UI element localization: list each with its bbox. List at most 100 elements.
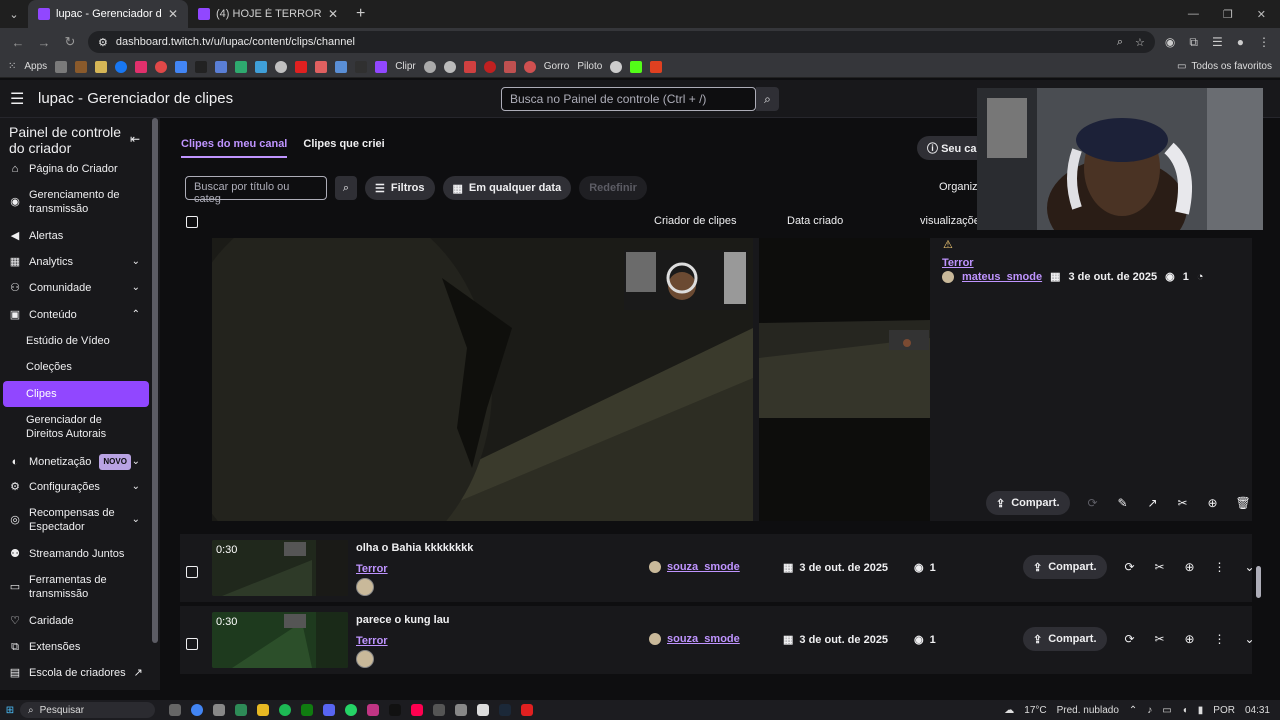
search-icon[interactable]: ⌕ bbox=[335, 176, 357, 200]
category-link[interactable]: Terror bbox=[356, 563, 388, 575]
sidebar-subitem-collections[interactable]: Coleções bbox=[26, 360, 72, 374]
extension-icon[interactable]: ◉ bbox=[1165, 35, 1175, 50]
creator-link[interactable]: souza_smode bbox=[667, 633, 740, 645]
sidebar-subitem-copyright[interactable]: Gerenciador de Direitos Autorais bbox=[26, 413, 136, 441]
zoom-icon[interactable]: ⌕ bbox=[1117, 36, 1123, 49]
bookmark-star-icon[interactable]: ☆ bbox=[1135, 36, 1145, 49]
bookmark-gorro[interactable]: Gorro bbox=[544, 61, 570, 72]
clipr-icon[interactable] bbox=[375, 60, 388, 73]
bookmark-icon[interactable] bbox=[255, 60, 268, 73]
bookmark-icon[interactable] bbox=[650, 60, 663, 73]
battery-icon[interactable]: ▮ bbox=[1198, 705, 1204, 716]
sidebar-item-settings[interactable]: ⚙ Configurações ⌄ bbox=[0, 480, 150, 494]
sidebar-item-creator-page[interactable]: ⌂ Página do Criador bbox=[0, 162, 150, 176]
tiktok-icon[interactable] bbox=[389, 704, 401, 716]
site-info-icon[interactable]: ⚙ bbox=[98, 36, 108, 49]
bookmark-icon[interactable] bbox=[355, 60, 368, 73]
chevron-down-icon[interactable]: ⌄ bbox=[1243, 560, 1257, 574]
category-link[interactable]: Terror bbox=[942, 257, 974, 269]
weather-desc[interactable]: Pred. nublado bbox=[1057, 705, 1119, 716]
main-scrollbar[interactable] bbox=[1256, 566, 1261, 598]
kick-icon[interactable] bbox=[630, 60, 643, 73]
spotify-icon[interactable] bbox=[279, 704, 291, 716]
bookmark-icon[interactable] bbox=[463, 60, 476, 73]
row-checkbox[interactable] bbox=[186, 638, 198, 650]
table-row[interactable]: 0:30 parece o kung lau Terror souza_smod… bbox=[180, 606, 1255, 674]
whatsapp-icon[interactable] bbox=[345, 704, 357, 716]
bookmark-apps[interactable]: Apps bbox=[24, 61, 47, 72]
discord-icon[interactable] bbox=[323, 704, 335, 716]
convert-icon[interactable]: ⟳ bbox=[1123, 632, 1137, 646]
app-icon[interactable] bbox=[521, 704, 533, 716]
forward-icon[interactable]: → bbox=[36, 35, 52, 50]
app-icon[interactable] bbox=[367, 704, 379, 716]
sidebar-item-community[interactable]: ⚇ Comunidade ⌄ bbox=[0, 281, 150, 295]
sidebar-item-content[interactable]: ▣ Conteúdo ⌃ bbox=[0, 308, 150, 322]
app-icon[interactable] bbox=[235, 704, 247, 716]
all-favorites[interactable]: ▭ Todos os favoritos bbox=[1177, 61, 1272, 72]
bookmark-icon[interactable] bbox=[443, 60, 456, 73]
table-row[interactable]: 0:30 olha o Bahia kkkkkkkk Terror souza_… bbox=[180, 534, 1255, 602]
clock[interactable]: 04:31 bbox=[1245, 705, 1270, 716]
sidebar-item-monetization[interactable]: ◐ Monetização NOVO ⌄ bbox=[0, 454, 150, 470]
sidebar-item-analytics[interactable]: ▦ Analytics ⌄ bbox=[0, 255, 150, 269]
language-indicator[interactable]: POR bbox=[1213, 705, 1235, 716]
bookmark-icon[interactable] bbox=[55, 60, 68, 73]
bookmark-icon[interactable] bbox=[610, 60, 623, 73]
browser-tab-stream[interactable]: (4) HOJE É TERROR! ft. bahiaq ✕ bbox=[188, 0, 348, 28]
bookmark-icon[interactable] bbox=[195, 60, 208, 73]
windows-start-icon[interactable]: ⊞ bbox=[0, 705, 20, 716]
sidebar-subitem-clips[interactable]: Clipes bbox=[26, 387, 57, 401]
chrome-icon[interactable] bbox=[191, 704, 203, 716]
sidebar-item-charity[interactable]: ♡ Caridade bbox=[0, 614, 150, 628]
clip-video-player[interactable] bbox=[212, 238, 753, 521]
creator-link[interactable]: mateus_smode bbox=[962, 271, 1042, 283]
bookmark-icon[interactable] bbox=[423, 60, 436, 73]
network-icon[interactable]: ▭ bbox=[1162, 705, 1171, 716]
collapse-sidebar-icon[interactable]: ⇤ bbox=[130, 132, 140, 146]
scissors-icon[interactable]: ✂ bbox=[1153, 632, 1167, 646]
bookmark-icon[interactable] bbox=[155, 60, 168, 73]
more-options-icon[interactable]: ⋮ bbox=[1213, 632, 1227, 646]
weather-temp[interactable]: 17°C bbox=[1024, 705, 1046, 716]
trash-icon[interactable]: 🗑 bbox=[1236, 496, 1251, 510]
add-circle-icon[interactable]: ⊕ bbox=[1183, 632, 1197, 646]
bookmark-piloto[interactable]: Piloto bbox=[577, 61, 602, 72]
gear-icon[interactable] bbox=[477, 704, 489, 716]
sidebar-item-alerts[interactable]: ◀ Alertas bbox=[0, 229, 150, 243]
app-icon[interactable] bbox=[411, 704, 423, 716]
share-button[interactable]: ⇪ Compart. bbox=[986, 491, 1070, 515]
menu-icon[interactable]: ☰ bbox=[10, 89, 30, 109]
column-creator[interactable]: Criador de clipes bbox=[654, 215, 737, 227]
folder-icon[interactable] bbox=[257, 704, 269, 716]
sidebar-subitem-video-studio[interactable]: Estúdio de Vídeo bbox=[26, 334, 110, 348]
select-all-checkbox[interactable] bbox=[186, 216, 198, 228]
tab-search-button[interactable]: ⌄ bbox=[0, 8, 28, 21]
scissors-icon[interactable]: ✂ bbox=[1153, 560, 1167, 574]
app-icon[interactable] bbox=[433, 704, 445, 716]
xbox-icon[interactable] bbox=[301, 704, 313, 716]
restore-icon[interactable]: ❐ bbox=[1223, 8, 1233, 21]
bookmark-icon[interactable] bbox=[275, 60, 288, 73]
app-icon[interactable] bbox=[213, 704, 225, 716]
profile-avatar-icon[interactable]: ● bbox=[1237, 35, 1244, 50]
add-circle-icon[interactable]: ⊕ bbox=[1183, 560, 1197, 574]
dashboard-search-input[interactable]: Busca no Painel de controle (Ctrl + /) bbox=[501, 87, 756, 111]
clip-preview-thumbnail[interactable] bbox=[759, 238, 930, 521]
expanded-category[interactable]: Terror bbox=[942, 254, 974, 269]
bookmark-icon[interactable] bbox=[503, 60, 516, 73]
open-external-icon[interactable]: ↗ bbox=[1146, 496, 1160, 510]
apps-grid-icon[interactable]: ⁙ bbox=[8, 61, 16, 72]
reload-icon[interactable]: ↻ bbox=[62, 34, 78, 50]
new-tab-button[interactable]: + bbox=[348, 5, 373, 23]
convert-icon[interactable]: ⟳ bbox=[1086, 496, 1100, 510]
edit-icon[interactable]: ✎ bbox=[1116, 496, 1130, 510]
bookmark-icon[interactable] bbox=[335, 60, 348, 73]
app-icon[interactable] bbox=[169, 704, 181, 716]
bookmark-icon[interactable] bbox=[175, 60, 188, 73]
sidebar-item-viewer-rewards[interactable]: ◎ Recompensas de Espectador ⌄ bbox=[0, 506, 150, 534]
bookmark-icon[interactable] bbox=[75, 60, 88, 73]
bookmark-icon[interactable] bbox=[295, 60, 308, 73]
chevron-down-icon[interactable]: ⌄ bbox=[1243, 632, 1257, 646]
browser-tab-clips[interactable]: lupac - Gerenciador de clipes ✕ bbox=[28, 0, 188, 28]
